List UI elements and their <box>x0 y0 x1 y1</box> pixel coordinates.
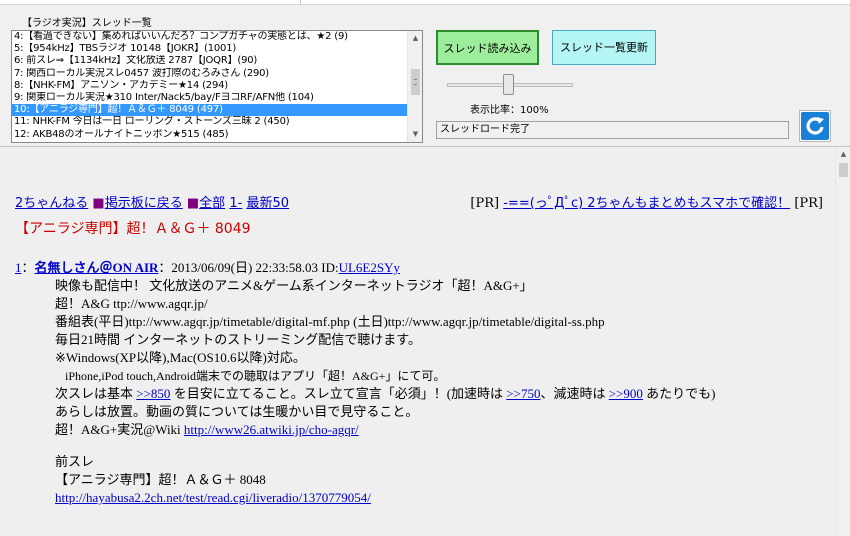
reload-button[interactable] <box>799 110 831 142</box>
thread-view[interactable]: ▲ 2ちゃんねる ■掲示板に戻る ■全部 1- 最新50 [PR] -==(っﾟ… <box>0 146 850 536</box>
scroll-up-arrow-icon[interactable]: ▲ <box>408 31 422 46</box>
post-header: 1：名無しさん＠ON AIR：2013/06/09(日) 22:33:58.03… <box>15 259 825 277</box>
back-to-board-link[interactable]: 掲示板に戻る <box>105 196 183 211</box>
thread-list-scrollbar[interactable]: ▲ ▼ <box>407 31 422 142</box>
thread-list-item[interactable]: 4:【看過できない】集めればいいんだろ？コンプガチャの実態とは、★2 (9) <box>12 31 408 43</box>
post-line: 映像も配信中！ 文化放送のアニメ&ゲーム系インターネットラジオ「超！A&G+」 <box>55 278 533 293</box>
post-line: 番組表(平日)ttp://www.agqr.jp/timetable/digit… <box>55 314 605 329</box>
thread-list-item[interactable]: 7: 関西ローカル実況スレ0457 波打際のむろみさん (290) <box>12 68 408 80</box>
pr-tag: [PR] <box>794 196 823 211</box>
tab-edge <box>300 0 301 5</box>
anchor-750-link[interactable]: >>750 <box>506 386 540 401</box>
thread-listbox[interactable]: 4:【看過できない】集めればいいんだろ？コンプガチャの実態とは、★2 (9) 5… <box>11 30 423 143</box>
post-date: ：2013/06/09(日) 22:33:58.03 ID: <box>158 260 339 275</box>
thread-list-item[interactable]: 12: AKB48のオールナイトニッポン★515 (485) <box>12 129 408 141</box>
nav-links: 2ちゃんねる ■掲示板に戻る ■全部 1- 最新50 <box>15 192 289 211</box>
thread-list-item[interactable]: 9: 関東ローカル実況★310 Inter/Nack5/bay/FヨコRF/AF… <box>12 92 408 104</box>
prev-thread-title: 【アニラジ専門】超！Ａ＆Ｇ＋ 8048 <box>55 472 266 487</box>
latest-50-link[interactable]: 最新50 <box>246 196 289 211</box>
prev-thread-line: http://hayabusa2.2ch.net/test/read.cgi/l… <box>55 489 825 507</box>
load-thread-button[interactable]: スレッド読み込み <box>436 30 539 65</box>
prev-thread-link[interactable]: http://hayabusa2.2ch.net/test/read.cgi/l… <box>55 490 371 505</box>
thread-list-item[interactable]: 5:【954kHz】TBSラジオ 10148【JOKR】(1001) <box>12 43 408 55</box>
pr-line: [PR] -==(っﾟДﾟc) 2ちゃんもまとめもスマホで確認！ [PR] <box>470 192 823 211</box>
anchor-900-link[interactable]: >>900 <box>609 386 643 401</box>
pr-tag: [PR] <box>470 196 500 211</box>
scroll-thumb[interactable] <box>411 69 420 95</box>
refresh-icon <box>801 112 829 140</box>
prev-thread-label: 前スレ <box>55 454 95 469</box>
square-separator: ■ <box>186 196 200 211</box>
thread-view-scrollbar[interactable]: ▲ <box>835 147 850 536</box>
all-posts-link[interactable]: 全部 <box>199 196 225 211</box>
status-field: スレッドロード完了 <box>436 121 789 139</box>
thread-list-item-selected[interactable]: 10:【アニラジ専門】超！Ａ＆Ｇ＋ 8049 (497) <box>12 104 408 117</box>
post: 1：名無しさん＠ON AIR：2013/06/09(日) 22:33:58.03… <box>15 259 825 507</box>
next-thread-line: 次スレは基本 >>850 を目安に立てること。スレ立て宣言「必須」！(加速時は … <box>55 386 716 401</box>
thread-title: 【アニラジ専門】超！Ａ＆Ｇ＋ 8049 <box>15 221 251 237</box>
post-line: あらしは放置。動画の質については生暖かい目で見守ること。 <box>55 404 419 419</box>
post-line: ※Windows(XP以降),Mac(OS10.6以降)対応。 <box>55 350 306 365</box>
thread-list-label: 【ラジオ実況】スレッド一覧 <box>22 18 152 29</box>
thread-list-item[interactable]: 6: 前スレ⇒【1134kHz】文化放送 2787【JOQR】(90) <box>12 55 408 67</box>
scroll-thumb[interactable] <box>839 163 848 177</box>
refresh-thread-list-button[interactable]: スレッド一覧更新 <box>552 30 656 65</box>
wiki-line: 超！A&G+実況@Wiki http://www26.atwiki.jp/cho… <box>55 422 359 437</box>
scroll-up-arrow-icon[interactable]: ▲ <box>836 147 850 162</box>
scroll-down-arrow-icon[interactable]: ▼ <box>408 127 422 142</box>
thread-list-item[interactable]: 11: NHK-FM 今日は一日 ローリング・ストーンズ三昧 2 (450) <box>12 116 408 128</box>
post-colon: ： <box>21 260 35 275</box>
top-tab-strip <box>0 0 850 5</box>
post-body: 映像も配信中！ 文化放送のアニメ&ゲーム系インターネットラジオ「超！A&G+」 … <box>15 277 825 507</box>
grip-icon <box>414 79 417 85</box>
poster-name-link[interactable]: 名無しさん＠ON AIR <box>35 260 159 275</box>
post-line: 毎日21時間 インターネットのストリーミング配信で聴けます。 <box>55 332 421 347</box>
post-id[interactable]: UL6E2SYy <box>339 260 400 275</box>
anchor-850-link[interactable]: >>850 <box>136 386 170 401</box>
poster-name: 名無しさん＠ON AIR <box>35 260 159 275</box>
square-separator: ■ <box>92 196 105 211</box>
bbs-link[interactable]: 2ちゃんねる <box>15 196 88 211</box>
post-line: iPhone,iPod touch,Android端末での聴取はアプリ「超！A&… <box>65 369 446 383</box>
zoom-slider-thumb[interactable] <box>503 74 514 95</box>
wiki-link[interactable]: http://www26.atwiki.jp/cho-agqr/ <box>184 422 359 437</box>
thread-list-item[interactable]: 8:【NHK-FM】アニソン・アカデミー★14 (294) <box>12 80 408 92</box>
zoom-ratio-label: 表示比率：100% <box>470 105 549 116</box>
pr-link[interactable]: -==(っﾟДﾟc) 2ちゃんもまとめもスマホで確認！ <box>503 196 790 211</box>
post-line: 超！A&G ttp://www.agqr.jp/ <box>55 296 208 311</box>
range-link[interactable]: 1- <box>229 196 242 211</box>
